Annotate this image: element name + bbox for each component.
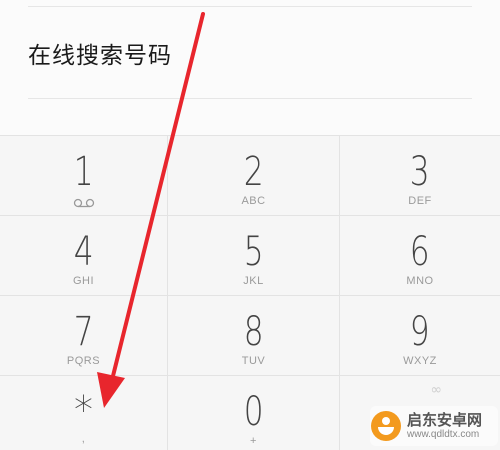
key-digit: 8: [243, 309, 264, 355]
key-9[interactable]: 9 WXYZ: [340, 295, 500, 375]
divider-top: [28, 6, 472, 7]
key-digit: 2: [243, 149, 264, 195]
key-3[interactable]: 3 DEF: [340, 135, 500, 215]
key-digit: 0: [243, 389, 264, 435]
key-glyph: ∞: [430, 382, 442, 398]
key-letters: ABC: [241, 195, 266, 207]
key-8[interactable]: 8 TUV: [168, 295, 340, 375]
key-4[interactable]: 4 GHI: [0, 215, 168, 295]
watermark-url: www.qdldtx.com: [407, 428, 480, 440]
key-star[interactable]: * ,: [0, 375, 168, 450]
key-1[interactable]: 1: [0, 135, 168, 215]
key-letters: MNO: [406, 275, 434, 287]
search-area: 在线搜索号码: [0, 0, 500, 135]
online-search-number-label: 在线搜索号码: [28, 43, 172, 69]
key-letters: TUV: [241, 355, 266, 367]
site-watermark: 启东安卓网 www.qdldtx.com: [370, 406, 498, 446]
divider-bottom: [28, 98, 472, 99]
key-letters: ,: [81, 433, 86, 445]
key-digit: 5: [243, 229, 264, 275]
site-logo-icon: [371, 411, 401, 441]
voicemail-icon: [73, 198, 94, 208]
key-0[interactable]: 0 +: [168, 375, 340, 450]
key-letters: DEF: [408, 195, 432, 207]
key-digit: 7: [73, 309, 94, 355]
online-search-number-row[interactable]: 在线搜索号码: [28, 28, 472, 78]
key-letters: PQRS: [66, 355, 101, 367]
key-2[interactable]: 2 ABC: [168, 135, 340, 215]
key-digit: 6: [410, 229, 430, 275]
key-digit: 4: [73, 229, 94, 275]
key-5[interactable]: 5 JKL: [168, 215, 340, 295]
key-7[interactable]: 7 PQRS: [0, 295, 168, 375]
key-letters: +: [250, 435, 257, 447]
key-letters: JKL: [243, 275, 264, 287]
watermark-title: 启东安卓网: [407, 411, 483, 430]
key-digit: *: [74, 388, 93, 432]
key-digit: 9: [410, 309, 430, 355]
key-6[interactable]: 6 MNO: [340, 215, 500, 295]
key-digit: 3: [410, 149, 430, 195]
key-letters: WXYZ: [403, 355, 437, 367]
dial-keypad: 1 2 ABC 3 DEF 4 GHI 5 JKL 6 MNO 7 PQRS 8…: [0, 135, 500, 450]
key-digit: 1: [73, 149, 94, 195]
key-letters: GHI: [72, 275, 95, 287]
